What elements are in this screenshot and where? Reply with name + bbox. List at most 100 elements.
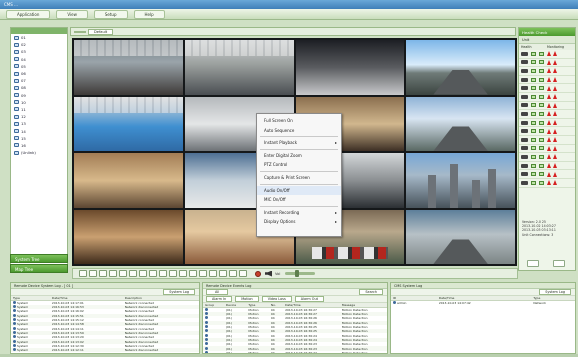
print-button[interactable] <box>229 270 237 277</box>
tree-item[interactable]: 07 <box>11 77 67 84</box>
full-screen-button[interactable] <box>209 270 217 277</box>
camera-view[interactable] <box>406 153 515 208</box>
health-row[interactable] <box>519 76 575 85</box>
health-row[interactable] <box>519 136 575 145</box>
event-log-search-button[interactable]: Search <box>359 289 383 295</box>
tree-item[interactable]: 06 <box>11 70 67 77</box>
health-row[interactable] <box>519 127 575 136</box>
camera-view[interactable] <box>406 96 515 151</box>
tree-item[interactable]: 05 <box>11 63 67 70</box>
tree-item[interactable]: 10 <box>11 99 67 106</box>
tree-item[interactable]: 01 <box>11 34 67 41</box>
settings-button[interactable] <box>239 270 247 277</box>
context-menu-item[interactable]: PTZ Control <box>257 160 341 170</box>
layout-2x2-button[interactable] <box>89 270 97 277</box>
menu-setup[interactable]: Setup <box>93 9 128 19</box>
warning-icon <box>553 137 557 143</box>
context-menu-item[interactable]: Instant Recording ▸ <box>257 208 341 218</box>
tree-item[interactable]: 12 <box>11 113 67 120</box>
health-row[interactable] <box>519 67 575 76</box>
camera-view[interactable] <box>406 209 515 264</box>
previous-page-button[interactable] <box>179 270 187 277</box>
context-menu-item[interactable]: Full Screen On <box>257 116 341 126</box>
health-row[interactable] <box>519 102 575 111</box>
tree-item[interactable]: (Unlink) <box>11 149 67 156</box>
layout-5x5-button[interactable] <box>119 270 127 277</box>
health-row[interactable] <box>519 170 575 179</box>
context-menu-item[interactable]: Audio On/Off <box>257 185 341 196</box>
context-menu-item[interactable]: Display Options ▸ <box>257 217 341 227</box>
context-menu-item[interactable]: Auto Sequence <box>257 126 341 136</box>
health-button-right[interactable] <box>553 260 565 267</box>
camera-view[interactable] <box>74 96 183 151</box>
tree-item[interactable]: 08 <box>11 84 67 91</box>
layout-1plus12-button[interactable] <box>159 270 167 277</box>
tree-item[interactable]: 11 <box>11 106 67 113</box>
cms-log-button[interactable]: System Log <box>539 289 571 295</box>
table-cell: 2013-10-03 14:07:42 <box>437 301 532 305</box>
warning-icon <box>553 77 557 83</box>
camera-view[interactable] <box>406 40 515 95</box>
record-icon[interactable] <box>255 270 261 277</box>
context-menu-item[interactable]: Instant Playback ▸ <box>257 138 341 148</box>
menu-help[interactable]: Help <box>133 9 165 19</box>
filter-motion[interactable]: Motion <box>235 296 259 302</box>
tree-item[interactable]: 04 <box>11 56 67 63</box>
layout-4x4-button[interactable] <box>109 270 117 277</box>
volume-slider-knob[interactable] <box>295 270 300 277</box>
filter-alarm-out[interactable]: Alarm Out <box>294 296 324 302</box>
video-tab-new[interactable] <box>74 30 86 33</box>
capture-button[interactable] <box>219 270 227 277</box>
video-tab-default[interactable]: Default <box>88 28 114 35</box>
camera-view[interactable] <box>74 209 183 264</box>
camera-view[interactable] <box>295 40 405 95</box>
tree-item[interactable]: 02 <box>11 41 67 48</box>
layout-1x1-button[interactable] <box>79 270 87 277</box>
tab-map-tree[interactable]: Map Tree <box>10 264 68 273</box>
filter-alarm-in[interactable]: Alarm In <box>206 296 233 302</box>
cms-log-bar: System Log <box>391 289 575 296</box>
tab-system-tree[interactable]: System Tree <box>10 254 68 263</box>
context-menu-item[interactable]: Enter Digital Zoom <box>257 151 341 161</box>
tree-item[interactable]: 09 <box>11 92 67 99</box>
tree-item[interactable]: 15 <box>11 135 67 142</box>
layout-1plus5-button[interactable] <box>139 270 147 277</box>
context-menu-item[interactable]: Capture & Print Screen <box>257 173 341 183</box>
layout-custom-button[interactable] <box>169 270 177 277</box>
health-row[interactable] <box>519 59 575 68</box>
sequence-button[interactable] <box>199 270 207 277</box>
health-row[interactable] <box>519 145 575 154</box>
camera-view[interactable] <box>184 40 294 95</box>
layout-6x6-button[interactable] <box>129 270 137 277</box>
speaker-icon[interactable] <box>265 270 272 277</box>
health-row[interactable] <box>519 93 575 102</box>
volume-slider[interactable] <box>285 270 316 277</box>
health-row[interactable] <box>519 119 575 128</box>
camera-view[interactable] <box>74 40 183 95</box>
health-row[interactable] <box>519 153 575 162</box>
menu-application[interactable]: Application <box>6 9 51 19</box>
next-page-button[interactable] <box>189 270 197 277</box>
tree-item[interactable]: 13 <box>11 120 67 127</box>
tree-item[interactable]: 14 <box>11 127 67 134</box>
filter-video-loss[interactable]: Video Loss <box>261 296 292 302</box>
layout-3x3-button[interactable] <box>99 270 107 277</box>
health-row[interactable] <box>519 162 575 171</box>
health-row[interactable] <box>519 50 575 59</box>
context-menu-item[interactable]: MIC On/Off <box>257 195 341 205</box>
table-row[interactable]: admin 2013-10-03 14:07:42 Network <box>391 301 575 305</box>
layout-1plus7-button[interactable] <box>149 270 157 277</box>
tree-item[interactable]: 03 <box>11 48 67 55</box>
health-row[interactable] <box>519 110 575 119</box>
tree-item-label: 10 <box>21 99 26 105</box>
health-row[interactable] <box>519 84 575 93</box>
event-log-select[interactable]: All <box>206 289 229 295</box>
local-log-button[interactable]: System Log <box>163 289 195 295</box>
tree-item[interactable]: 16 <box>11 142 67 149</box>
status-ok-icon <box>531 129 536 134</box>
health-button-left[interactable] <box>527 260 539 267</box>
menu-view[interactable]: View <box>56 9 88 19</box>
camera-view[interactable] <box>74 153 183 208</box>
health-row[interactable] <box>519 179 575 188</box>
table-row[interactable]: System 2013-10-03 14:12:11 Network disconn… <box>11 347 199 353</box>
